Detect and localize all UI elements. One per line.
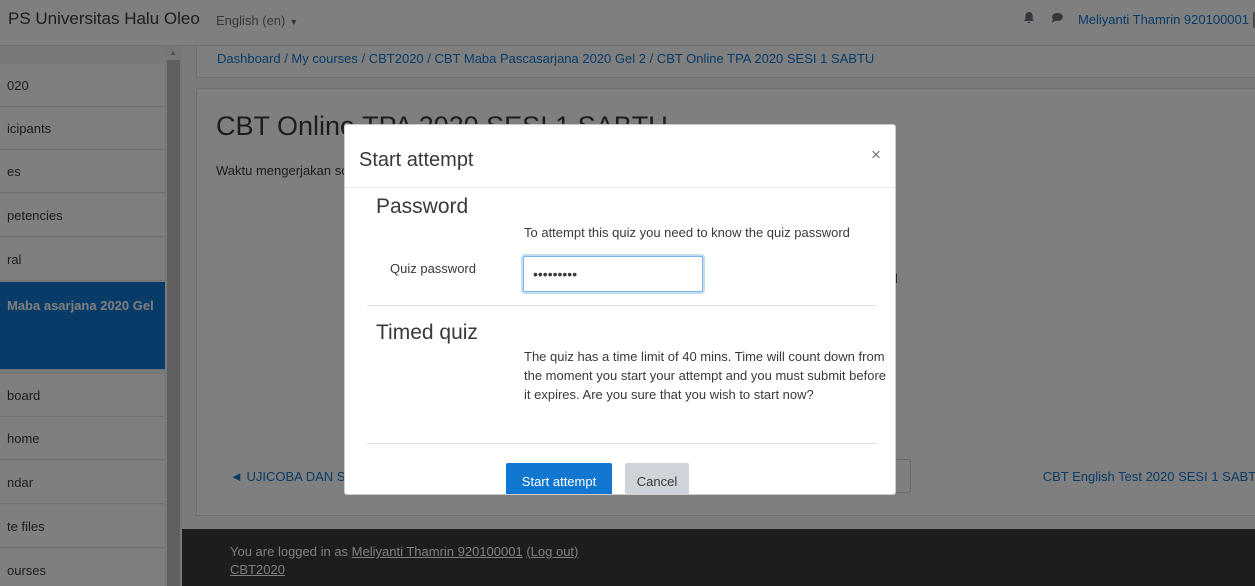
dialog-header-divider <box>345 187 895 188</box>
password-heading: Password <box>376 195 469 218</box>
cancel-button[interactable]: Cancel <box>625 463 689 494</box>
footer-divider <box>367 443 877 444</box>
section-divider <box>367 305 877 306</box>
quiz-password-label: Quiz password <box>390 261 476 276</box>
password-description: To attempt this quiz you need to know th… <box>524 225 850 240</box>
timed-quiz-heading: Timed quiz <box>376 321 478 344</box>
start-attempt-button[interactable]: Start attempt <box>506 463 612 494</box>
dialog-title: Start attempt <box>359 149 474 171</box>
timed-quiz-description: The quiz has a time limit of 40 mins. Ti… <box>524 349 887 402</box>
quiz-password-input[interactable] <box>523 256 703 292</box>
start-attempt-dialog: Start attempt × Password To attempt this… <box>344 124 896 495</box>
close-icon[interactable]: × <box>871 145 881 165</box>
